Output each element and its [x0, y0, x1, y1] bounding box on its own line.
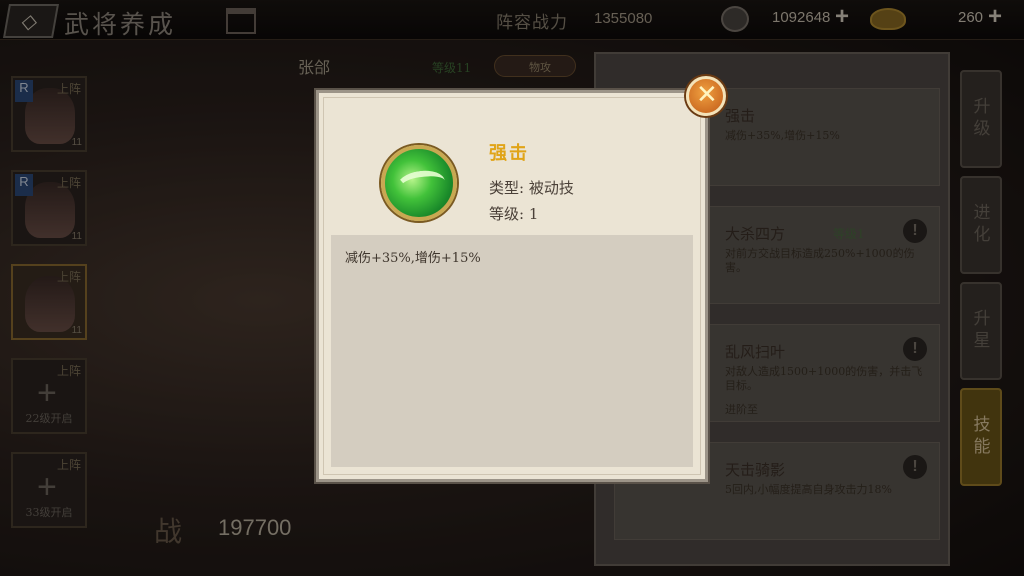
dialog-description-box: 减伤+35%,增伤+15% — [331, 235, 693, 467]
dialog-skill-description: 减伤+35%,增伤+15% — [345, 251, 481, 266]
skill-detail-dialog: 强击 类型: 被动技 等级: 1 减伤+35%,增伤+15% — [316, 90, 708, 482]
dialog-skill-level: 等级: 1 — [489, 205, 539, 223]
dialog-skill-type: 类型: 被动技 — [489, 179, 574, 197]
green-swirl-skill-icon — [381, 145, 457, 221]
dialog-skill-name: 强击 — [489, 143, 529, 164]
close-button[interactable]: ✕ — [686, 76, 726, 116]
close-icon: ✕ — [696, 80, 718, 110]
